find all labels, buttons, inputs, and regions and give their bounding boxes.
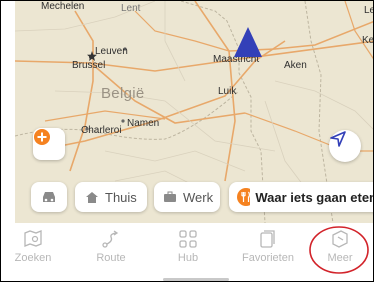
nav-item-hub[interactable]: Hub	[158, 229, 218, 264]
place-label: Le	[364, 5, 373, 16]
country-label: België	[101, 85, 145, 102]
place-label: Namen	[127, 118, 160, 129]
add-place-button[interactable]	[33, 128, 65, 160]
car-icon	[43, 192, 55, 202]
car-chip[interactable]	[31, 182, 67, 212]
home-chip[interactable]: Thuis	[75, 182, 147, 212]
place-label: Leuven	[95, 46, 128, 57]
grid-icon	[179, 230, 197, 248]
bottom-navigation: Zoeken Route Hub Favorieten Meer	[15, 223, 373, 281]
place-label: Lent	[121, 3, 141, 14]
place-label: Ke	[362, 35, 374, 46]
place-label: Brussel	[72, 60, 106, 71]
plus-icon	[34, 129, 50, 145]
place-label: Luik	[218, 86, 237, 97]
bookmark-icon	[260, 230, 275, 248]
recenter-button[interactable]	[329, 130, 361, 162]
capital-star-icon	[87, 51, 97, 61]
nav-item-zoeken[interactable]: Zoeken	[3, 229, 63, 264]
home-chip-label: Thuis	[105, 189, 137, 205]
briefcase-icon	[164, 191, 176, 202]
work-chip-label: Werk	[183, 189, 214, 205]
nav-label: Hub	[177, 252, 199, 264]
current-location-icon	[234, 27, 262, 57]
map-search-icon	[24, 230, 42, 247]
home-icon	[86, 191, 98, 203]
navigation-arrow-icon	[330, 131, 346, 147]
place-label: Aken	[284, 60, 307, 71]
nav-label: Route	[96, 252, 126, 264]
nav-item-route[interactable]: Route	[81, 229, 141, 264]
app-frame: Mechelen Leuven Brussel Maastricht Aken …	[0, 0, 374, 282]
route-icon	[102, 230, 119, 248]
restaurant-chip[interactable]: Waar iets gaan eten	[229, 182, 374, 212]
nav-item-favorieten[interactable]: Favorieten	[228, 229, 308, 264]
cutlery-icon	[237, 188, 251, 206]
work-chip[interactable]: Werk	[154, 182, 220, 212]
place-label: Charleroi	[81, 125, 122, 136]
place-label: Mechelen	[41, 1, 85, 12]
home-indicator	[163, 278, 229, 281]
annotation-circle	[309, 226, 369, 274]
nav-label: Favorieten	[242, 252, 294, 264]
nav-label: Zoeken	[14, 252, 52, 264]
restaurant-chip-label: Waar iets gaan eten	[255, 189, 374, 205]
